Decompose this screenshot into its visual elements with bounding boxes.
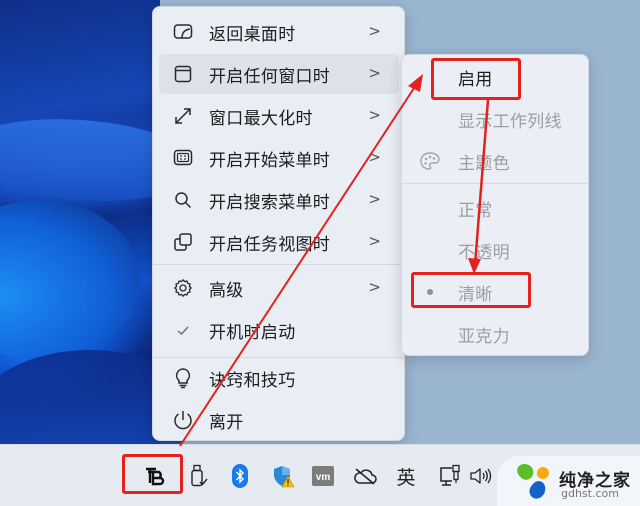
translucenttb-icon[interactable]	[140, 445, 170, 506]
menu-item-start-menu[interactable]: 开启开始菜单时 >	[159, 138, 399, 178]
gear-icon	[171, 276, 195, 300]
menu-item-label: 窗口最大化时	[209, 108, 313, 129]
menu-item-advanced[interactable]: 高级 >	[159, 268, 399, 308]
chevron-right-icon: >	[368, 232, 381, 250]
submenu-item-label: 启用	[458, 69, 493, 90]
menu-item-label: 高级	[209, 280, 244, 301]
network-icon[interactable]	[436, 445, 464, 506]
menu-item-maximized[interactable]: 窗口最大化时 >	[159, 96, 399, 136]
wallpaper-band	[0, 200, 140, 360]
search-icon	[171, 188, 195, 212]
start-menu-icon	[171, 146, 195, 170]
task-view-icon	[171, 230, 195, 254]
watermark: 纯净之家 gdhst.com	[497, 456, 640, 506]
menu-item-any-window[interactable]: 开启任何窗口时 >	[159, 54, 399, 94]
submenu-item-acrylic[interactable]: 亚克力	[402, 314, 588, 354]
menu-item-label: 离开	[209, 412, 244, 433]
watermark-url: gdhst.com	[561, 487, 619, 500]
input-language-icon[interactable]: 英	[392, 445, 420, 506]
menu-item-label: 开启任何窗口时	[209, 66, 331, 87]
watermark-logo	[517, 463, 549, 499]
svg-text:vm: vm	[316, 472, 331, 483]
submenu-item-enable[interactable]: 启用	[402, 57, 588, 97]
lightbulb-icon	[171, 366, 195, 390]
submenu-item-label: 清晰	[458, 284, 493, 305]
menu-item-desktop[interactable]: 返回桌面时 >	[159, 12, 399, 52]
radio-selected-dot	[427, 289, 433, 295]
chevron-right-icon: >	[368, 22, 381, 40]
submenu-item-show-line[interactable]: 显示工作列线	[402, 99, 588, 139]
chevron-right-icon: >	[368, 278, 381, 296]
chevron-right-icon: >	[368, 190, 381, 208]
window-icon	[171, 62, 195, 86]
submenu-item-label: 显示工作列线	[458, 111, 562, 132]
menu-item-task-view[interactable]: 开启任务视图时 >	[159, 222, 399, 262]
translucenttb-context-menu: 返回桌面时 > 开启任何窗口时 > 窗口最大化时 > 开启开始菜单时 > 开启搜…	[152, 6, 405, 441]
submenu-item-label: 正常	[458, 200, 493, 221]
wallpaper-bloom	[0, 0, 203, 444]
menu-item-start-at-boot[interactable]: 开机时启动	[159, 310, 399, 350]
menu-item-label: 返回桌面时	[209, 24, 296, 45]
submenu-item-clear[interactable]: 清晰	[402, 272, 588, 312]
menu-item-label: 开启搜索菜单时	[209, 192, 331, 213]
checkmark-icon	[171, 318, 195, 342]
menu-item-label: 开启任务视图时	[209, 234, 331, 255]
vmware-icon[interactable]: vm	[308, 445, 338, 506]
submenu-item-accent-color[interactable]: 主题色	[402, 141, 588, 181]
menu-item-label: 开机时启动	[209, 322, 296, 343]
power-icon	[171, 408, 195, 432]
submenu-item-normal[interactable]: 正常	[402, 188, 588, 228]
desktop-icon	[171, 20, 195, 44]
onedrive-offline-icon[interactable]	[350, 445, 380, 506]
submenu-item-label: 亚克力	[458, 326, 510, 347]
volume-icon[interactable]	[466, 445, 496, 506]
menu-item-label: 诀窍和技巧	[209, 370, 296, 391]
any-window-submenu: 启用 显示工作列线 主题色 正常 不透明 清晰 亚克力	[401, 54, 589, 356]
chevron-right-icon: >	[368, 64, 381, 82]
chevron-right-icon: >	[368, 148, 381, 166]
submenu-item-label: 主题色	[458, 153, 510, 174]
submenu-item-opaque[interactable]: 不透明	[402, 230, 588, 270]
submenu-item-label: 不透明	[458, 242, 510, 263]
menu-item-label: 开启开始菜单时	[209, 150, 331, 171]
maximize-icon	[171, 104, 195, 128]
menu-item-search-menu[interactable]: 开启搜索菜单时 >	[159, 180, 399, 220]
menu-item-tips[interactable]: 诀窍和技巧	[159, 358, 399, 398]
palette-icon	[418, 149, 442, 173]
menu-divider	[153, 264, 404, 265]
usb-drive-icon[interactable]	[184, 445, 212, 506]
menu-item-exit[interactable]: 离开	[159, 400, 399, 440]
bluetooth-icon[interactable]	[226, 445, 254, 506]
chevron-right-icon: >	[368, 106, 381, 124]
submenu-divider	[402, 183, 588, 184]
windows-security-warning-icon[interactable]	[268, 445, 298, 506]
